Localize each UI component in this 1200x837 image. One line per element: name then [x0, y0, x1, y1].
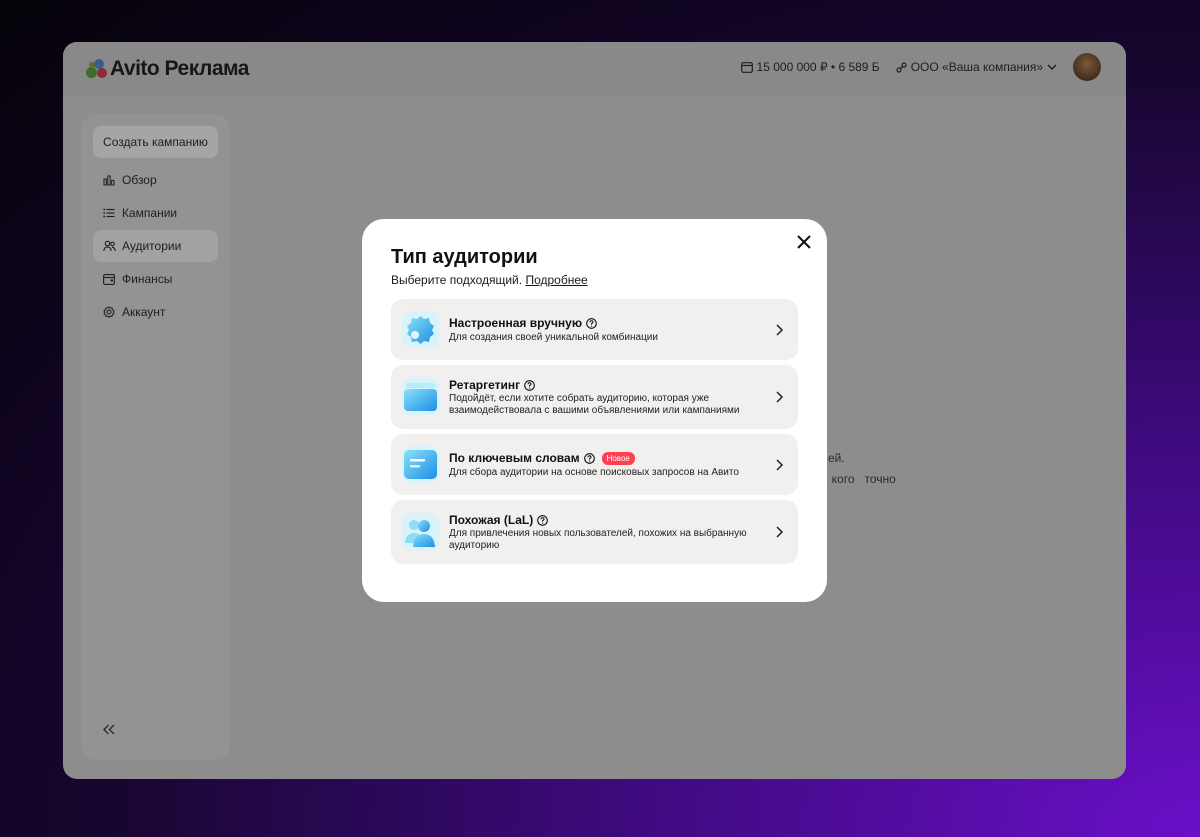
sidebar-item-overview[interactable]: Обзор [93, 164, 218, 196]
avatar[interactable] [1073, 53, 1101, 81]
sidebar-item-audiences[interactable]: Аудитории [93, 230, 218, 262]
option-description: Для привлечения новых пользователей, пох… [449, 528, 747, 551]
logo[interactable]: Avito Реклама [86, 57, 249, 81]
top-bar: Avito Реклама 15 000 000 ₽ • 6 589 Б ООО… [63, 42, 1126, 96]
sidebar-item-account[interactable]: Аккаунт [93, 296, 218, 328]
create-campaign-button[interactable]: Создать кампанию [93, 126, 218, 158]
option-title-text: Похожая (LaL) [449, 513, 534, 527]
option-title: По ключевым словам Новое [449, 451, 635, 465]
sidebar: Создать кампанию Обзор Кампании Аудитори… [81, 114, 230, 760]
option-title: Похожая (LaL) [449, 513, 549, 527]
option-title: Настроенная вручную [449, 316, 597, 330]
sidebar-item-label: Обзор [122, 173, 157, 187]
background-text: , кого точно [825, 472, 896, 486]
help-icon[interactable] [524, 379, 535, 391]
sidebar-item-label: Кампании [122, 206, 178, 220]
new-badge: Новое [601, 451, 635, 465]
modal-subtitle-text: Выберите подходящий. [391, 273, 523, 287]
chevron-right-icon [776, 526, 784, 538]
collapse-sidebar-button[interactable] [103, 719, 115, 740]
gear-icon [102, 305, 116, 319]
wallet-icon [740, 61, 753, 73]
users-icon [402, 513, 439, 550]
chevron-right-icon [776, 391, 784, 403]
option-title-text: По ключевым словам [449, 451, 580, 465]
modal-title: Тип аудитории [391, 246, 538, 268]
option-description: Для создания своей уникальной комбинации [449, 332, 658, 343]
option-title: Ретаргетинг [449, 378, 535, 392]
background-text: ей. [828, 451, 845, 465]
sidebar-item-label: Финансы [122, 272, 173, 286]
modal-subtitle: Выберите подходящий. Подробнее [391, 273, 588, 287]
chevron-right-icon [776, 459, 784, 471]
audience-type-modal: Тип аудитории Выберите подходящий. Подро… [362, 219, 827, 602]
gear-icon [402, 311, 439, 348]
option-manual[interactable]: Настроенная вручную Для создания своей у… [391, 299, 798, 360]
company-selector[interactable]: ООО «Ваша компания» [896, 60, 1057, 74]
help-icon[interactable] [586, 317, 597, 329]
layers-icon [402, 378, 439, 415]
help-icon[interactable] [537, 514, 549, 526]
option-description: Подойдёт, если хотите собрать аудиторию,… [449, 393, 740, 416]
help-icon[interactable] [583, 452, 595, 464]
double-chevron-left-icon [103, 724, 115, 735]
chevron-right-icon [776, 324, 784, 336]
sidebar-item-finance[interactable]: Финансы [93, 263, 218, 295]
wallet-icon [102, 272, 116, 286]
option-retargeting[interactable]: Ретаргетинг Подойдёт, если хотите собрат… [391, 365, 798, 429]
list-icon [102, 206, 116, 220]
option-keywords[interactable]: По ключевым словам Новое Для сбора аудит… [391, 434, 798, 495]
close-button[interactable] [795, 233, 813, 251]
option-lookalike[interactable]: Похожая (LaL) Для привлечения новых поль… [391, 500, 798, 564]
learn-more-link[interactable]: Подробнее [525, 273, 587, 287]
close-icon [797, 235, 811, 249]
balance-text: 15 000 000 ₽ • 6 589 Б [756, 60, 880, 74]
chevron-down-icon [1047, 64, 1057, 70]
sidebar-item-campaigns[interactable]: Кампании [93, 197, 218, 229]
sidebar-item-label: Аккаунт [122, 305, 166, 319]
link-icon [896, 61, 907, 73]
option-title-text: Ретаргетинг [449, 378, 521, 392]
option-description: Для сбора аудитории на основе поисковых … [449, 467, 739, 478]
logo-dots-icon [86, 59, 108, 79]
users-icon [102, 239, 116, 253]
logo-text: Avito Реклама [110, 57, 249, 80]
document-icon [402, 446, 439, 483]
bar-chart-icon [102, 173, 116, 187]
option-title-text: Настроенная вручную [449, 316, 583, 330]
balance-display[interactable]: 15 000 000 ₽ • 6 589 Б [740, 60, 880, 74]
sidebar-item-label: Аудитории [122, 239, 182, 253]
company-name: ООО «Ваша компания» [910, 60, 1043, 74]
